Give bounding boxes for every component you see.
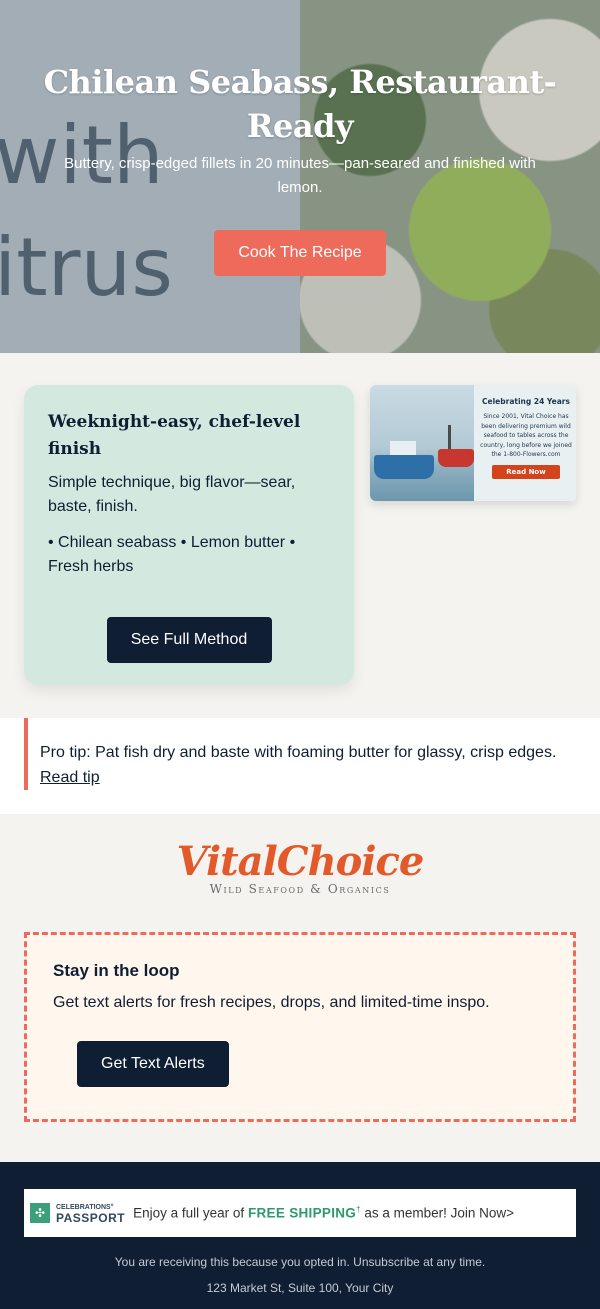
feature-card-title: Weeknight-easy, chef-level finish: [48, 412, 301, 459]
passport-free-shipping: FREE SHIPPING: [247, 1205, 357, 1221]
pro-tip: Pro tip: Pat fish dry and baste with foa…: [40, 740, 580, 790]
ad-boat-mast: [448, 425, 451, 451]
ad-body: Since 2001, Vital Choice has been delive…: [480, 413, 572, 458]
read-tip-link[interactable]: Read tip: [40, 769, 100, 786]
feature-card-text: Simple technique, big flavor—sear, baste…: [48, 474, 296, 515]
feature-card: Weeknight-easy, chef-level finish Simple…: [24, 385, 354, 685]
hero-subtitle: Buttery, crisp-edged fillets in 20 minut…: [64, 155, 536, 196]
ad-title: Celebrating 24 Years: [482, 397, 570, 406]
passport-text-before: Enjoy a full year of: [133, 1205, 248, 1221]
footer-address: 123 Market St, Suite 100, Your City: [206, 1281, 394, 1295]
brand-logo[interactable]: VitalChoice Wild Seafood & Organics: [0, 814, 600, 916]
sms-title: Stay in the loop: [53, 961, 180, 980]
pro-tip-text: Pro tip: Pat fish dry and baste with foa…: [40, 744, 557, 761]
hero-content: Chilean Seabass, Restaurant-Ready Butter…: [0, 60, 600, 276]
ad-banner[interactable]: Celebrating 24 Years Since 2001, Vital C…: [370, 385, 576, 501]
sms-text: Get text alerts for fresh recipes, drops…: [53, 994, 490, 1011]
ad-copy: Celebrating 24 Years Since 2001, Vital C…: [476, 397, 576, 479]
passport-text-after: as a member! Join Now>: [360, 1205, 514, 1221]
ad-red-boat: [438, 449, 474, 467]
passport-brand: CELEBRATIONS° PASSPORT: [56, 1203, 126, 1225]
footer: ✣ CELEBRATIONS° PASSPORT Enjoy a full ye…: [0, 1162, 600, 1309]
passport-gift-icon: ✣: [30, 1203, 50, 1223]
logo-tagline: Wild Seafood & Organics: [209, 882, 391, 896]
read-now-button[interactable]: Read Now: [492, 464, 560, 479]
passport-text: Enjoy a full year of FREE SHIPPING† as a…: [133, 1205, 514, 1221]
ad-boats-photo: [370, 385, 474, 501]
see-full-method-button[interactable]: See Full Method: [106, 617, 272, 663]
feature-section: Weeknight-easy, chef-level finish Simple…: [0, 353, 600, 718]
pro-tip-section: Pro tip: Pat fish dry and baste with foa…: [0, 718, 600, 814]
sms-signup-section: Stay in the loop Get text alerts for fre…: [0, 916, 600, 1162]
passport-brand-bottom: PASSPORT: [56, 1211, 126, 1225]
opt-in-note: You are receiving this because you opted…: [114, 1255, 486, 1269]
logo-wordmark: VitalChoice: [176, 838, 425, 885]
passport-banner[interactable]: ✣ CELEBRATIONS° PASSPORT Enjoy a full ye…: [24, 1189, 576, 1237]
feature-card-ingredients: • Chilean seabass • Lemon butter • Fresh…: [48, 534, 296, 575]
get-text-alerts-button[interactable]: Get Text Alerts: [77, 1041, 229, 1087]
ad-blue-boat: [374, 455, 434, 479]
sms-signup-box: Stay in the loop Get text alerts for fre…: [24, 932, 576, 1122]
hero-title: Chilean Seabass, Restaurant-Ready: [43, 63, 557, 145]
pro-tip-accent-bar: [24, 718, 28, 790]
hero-banner: with itrus Chilean Seabass, Restaurant-R…: [0, 0, 600, 353]
cook-recipe-button[interactable]: Cook The Recipe: [214, 230, 386, 276]
